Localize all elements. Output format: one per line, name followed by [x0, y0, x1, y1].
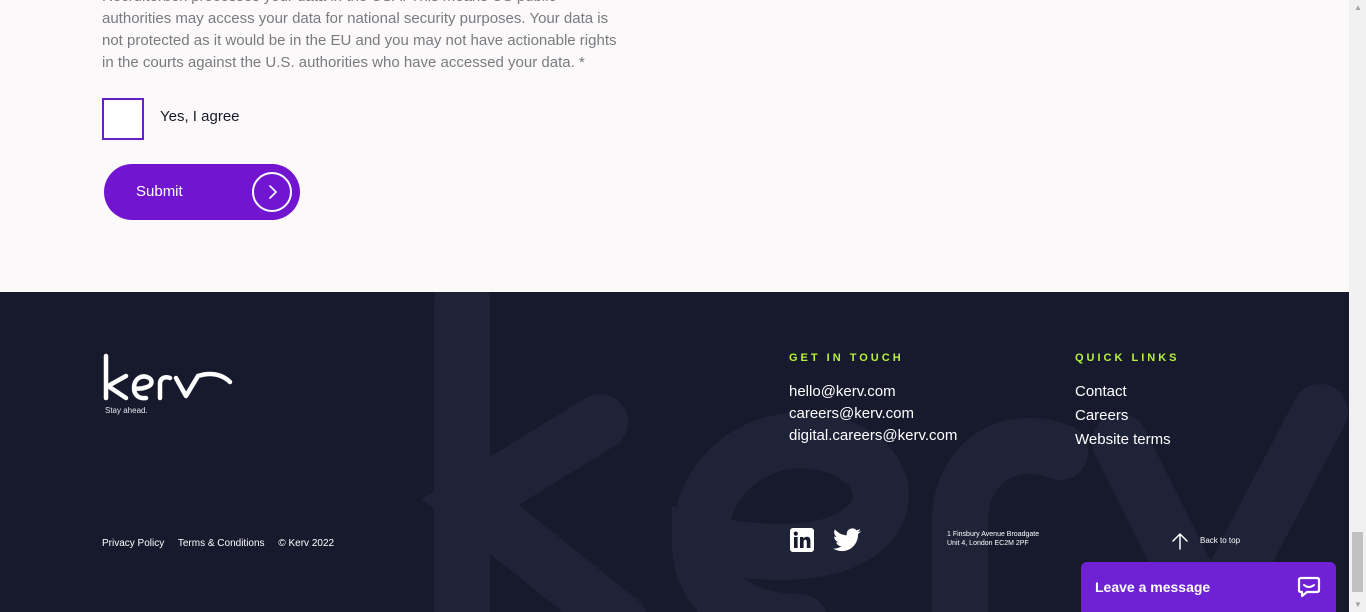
get-in-touch-heading: GET IN TOUCH	[789, 352, 904, 364]
chevron-right-icon	[252, 172, 292, 212]
agree-label: Yes, I agree	[160, 108, 240, 125]
scroll-up-arrow-icon[interactable]: ▲	[1354, 3, 1362, 12]
scrollbar-thumb[interactable]	[1352, 532, 1363, 592]
chat-label: Leave a message	[1095, 579, 1211, 595]
twitter-icon[interactable]	[833, 528, 861, 552]
kerv-logo[interactable]	[102, 352, 234, 408]
linkedin-icon[interactable]	[790, 528, 814, 552]
submit-label: Submit	[136, 183, 183, 200]
consent-text: Recruiterbox processes your data in the …	[102, 0, 617, 71]
email-link[interactable]: hello@kerv.com	[789, 381, 957, 403]
quick-link-contact[interactable]: Contact	[1075, 380, 1171, 404]
copyright: © Kerv 2022	[278, 538, 335, 549]
tagline: Stay ahead.	[105, 406, 148, 415]
back-to-top-label: Back to top	[1200, 536, 1241, 545]
address: 1 Finsbury Avenue Broadgate Unit 4, Lond…	[947, 530, 1039, 548]
privacy-policy-link[interactable]: Privacy Policy	[102, 538, 164, 549]
chat-widget[interactable]: Leave a message	[1081, 562, 1336, 612]
submit-button[interactable]: Submit	[104, 164, 300, 220]
quick-link-careers[interactable]: Careers	[1075, 404, 1171, 428]
address-line: Unit 4, London EC2M 2PF	[947, 540, 1029, 547]
back-to-top-link[interactable]: Back to top	[1171, 532, 1240, 552]
quick-links-heading: QUICK LINKS	[1075, 352, 1180, 364]
scroll-down-arrow-icon[interactable]: ▼	[1354, 600, 1362, 609]
agree-checkbox[interactable]	[102, 98, 144, 140]
terms-link[interactable]: Terms & Conditions	[178, 538, 265, 549]
contact-list: hello@kerv.com careers@kerv.com digital.…	[789, 381, 957, 447]
quick-link-website-terms[interactable]: Website terms	[1075, 428, 1171, 452]
email-link[interactable]: digital.careers@kerv.com	[789, 425, 957, 447]
email-link[interactable]: careers@kerv.com	[789, 403, 957, 425]
legal-links: Privacy Policy Terms & Conditions © Kerv…	[102, 538, 345, 549]
quick-links-list: Contact Careers Website terms	[1075, 380, 1171, 452]
page: Recruiterbox processes your data in the …	[0, 0, 1349, 612]
page-scrollbar[interactable]: ▲ ▼	[1349, 0, 1366, 612]
arrow-up-icon	[1172, 533, 1188, 550]
address-line: 1 Finsbury Avenue Broadgate	[947, 531, 1040, 538]
chat-bubble-icon	[1297, 576, 1321, 598]
